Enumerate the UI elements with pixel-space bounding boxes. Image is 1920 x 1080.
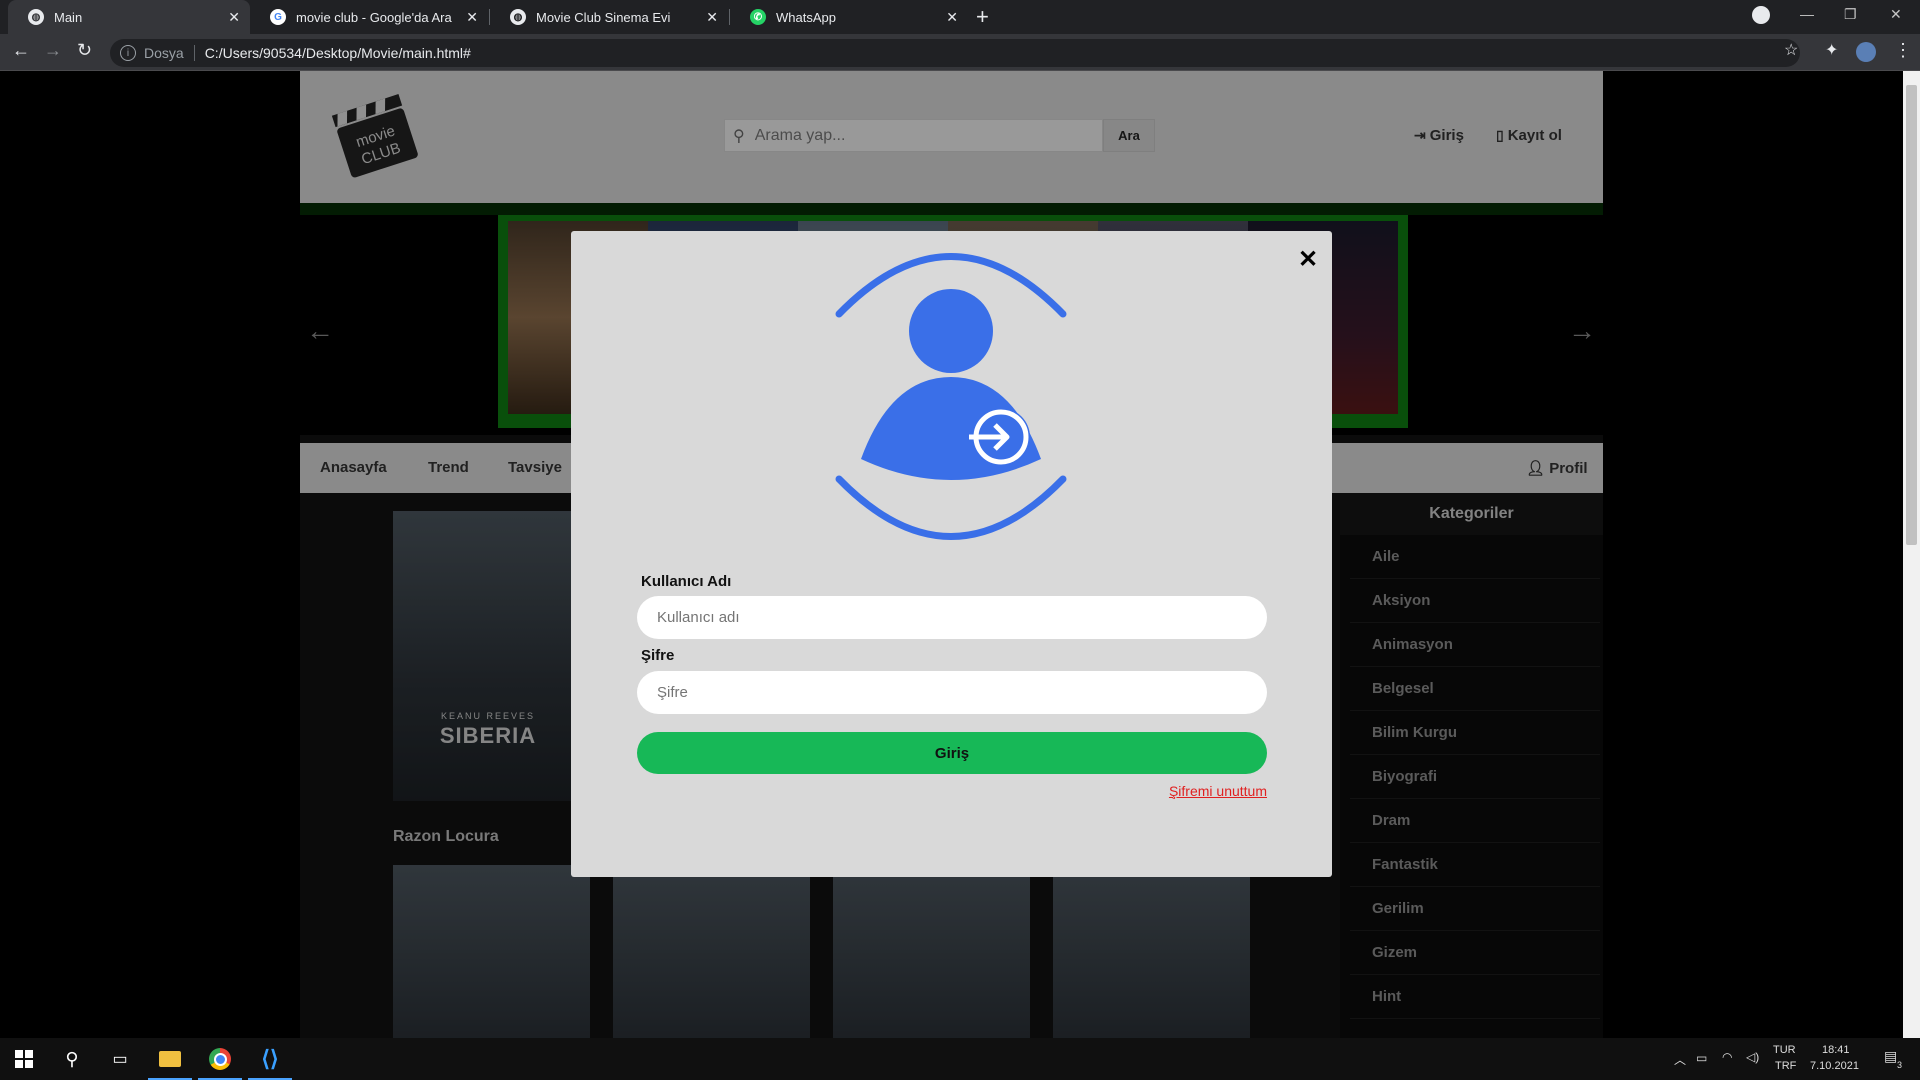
tab-google-search[interactable]: G movie club - Google'da Ara ✕	[250, 0, 488, 34]
username-label: Kullanıcı Adı	[641, 573, 732, 590]
battery-icon[interactable]: ▭	[1696, 1051, 1707, 1065]
tab-main[interactable]: ◍ Main ✕	[8, 0, 250, 34]
restore-icon[interactable]: ❐	[1844, 6, 1857, 23]
close-tab-icon[interactable]: ✕	[706, 9, 718, 26]
close-icon[interactable]: ✕	[1298, 245, 1318, 274]
login-button[interactable]: Giriş	[637, 732, 1267, 774]
password-field[interactable]	[637, 671, 1267, 714]
wifi-icon[interactable]: ◠	[1722, 1050, 1732, 1064]
protocol-label: Dosya	[144, 45, 184, 61]
close-window-icon[interactable]: ✕	[1890, 6, 1902, 23]
task-view-icon[interactable]: ▭	[96, 1038, 144, 1080]
vscode-icon[interactable]: ⟨⟩	[246, 1038, 294, 1080]
language-code[interactable]: TUR	[1773, 1044, 1796, 1056]
os-taskbar: ⚲ ▭ ⟨⟩ ︿ ▭ ◠ ◁) TUR TRF 18:41 7.10.2021 …	[0, 1038, 1920, 1080]
chrome-icon[interactable]	[196, 1038, 244, 1080]
page-scrollbar[interactable]	[1903, 71, 1920, 1038]
info-icon[interactable]: i	[120, 45, 136, 61]
clock-time[interactable]: 18:41	[1822, 1044, 1850, 1056]
tab-whatsapp[interactable]: ✆ WhatsApp ✕	[730, 0, 968, 34]
windows-start-icon[interactable]	[0, 1038, 48, 1080]
bookmark-star-icon[interactable]: ☆	[1784, 40, 1798, 60]
page-viewport: movie CLUB ⚲ Ara ⇥ Giriş ▯ Kayıt ol	[0, 71, 1920, 1038]
browser-tab-bar: ◍ Main ✕ G movie club - Google'da Ara ✕ …	[0, 0, 1920, 34]
extensions-puzzle-icon[interactable]: ✦	[1825, 40, 1838, 60]
search-icon[interactable]: ⚲	[48, 1038, 96, 1080]
keyboard-layout[interactable]: TRF	[1775, 1060, 1796, 1072]
tab-movie-club-sinema-evi[interactable]: ◍ Movie Club Sinema Evi ✕	[490, 0, 728, 34]
menu-kebab-icon[interactable]: ⋮	[1894, 40, 1912, 61]
minimize-icon[interactable]: —	[1800, 6, 1814, 22]
file-explorer-icon[interactable]	[146, 1038, 194, 1080]
forward-arrow-icon[interactable]: →	[44, 40, 62, 61]
close-tab-icon[interactable]: ✕	[228, 9, 240, 26]
tab-title: movie club - Google'da Ara	[296, 9, 452, 25]
google-icon: G	[270, 9, 286, 25]
whatsapp-icon: ✆	[750, 9, 766, 25]
login-user-icon	[835, 253, 1067, 540]
back-arrow-icon[interactable]: ←	[12, 40, 30, 61]
close-tab-icon[interactable]: ✕	[466, 9, 478, 26]
url-text[interactable]: C:/Users/90534/Desktop/Movie/main.html#	[205, 45, 471, 61]
notification-count-badge: 3	[1897, 1060, 1903, 1070]
tab-title: WhatsApp	[776, 9, 836, 25]
profile-dropdown-icon[interactable]	[1752, 6, 1770, 24]
browser-toolbar: ← → ↻ i Dosya C:/Users/90534/Desktop/Mov…	[0, 34, 1920, 71]
scrollbar-thumb[interactable]	[1906, 85, 1917, 545]
tray-chevron-icon[interactable]: ︿	[1674, 1051, 1686, 1068]
avatar[interactable]	[1856, 42, 1876, 62]
close-tab-icon[interactable]: ✕	[946, 9, 958, 26]
address-separator	[193, 45, 195, 61]
login-modal: ✕ Kullanıcı Adı Şifre Giriş Şifremi unut…	[571, 231, 1332, 877]
tab-title: Movie Club Sinema Evi	[536, 9, 671, 25]
notification-center-icon[interactable]: ▤	[1884, 1048, 1897, 1065]
tab-title: Main	[54, 9, 83, 25]
globe-icon: ◍	[510, 9, 526, 25]
forgot-password-link[interactable]: Şifremi unuttum	[1169, 783, 1267, 799]
reload-icon[interactable]: ↻	[77, 40, 92, 61]
password-label: Şifre	[641, 647, 675, 664]
volume-icon[interactable]: ◁)	[1746, 1050, 1759, 1064]
username-field[interactable]	[637, 596, 1267, 639]
clock-date[interactable]: 7.10.2021	[1810, 1060, 1859, 1072]
address-bar[interactable]: i Dosya C:/Users/90534/Desktop/Movie/mai…	[110, 39, 1800, 67]
globe-icon: ◍	[28, 9, 44, 25]
new-tab-button[interactable]: +	[976, 4, 989, 30]
